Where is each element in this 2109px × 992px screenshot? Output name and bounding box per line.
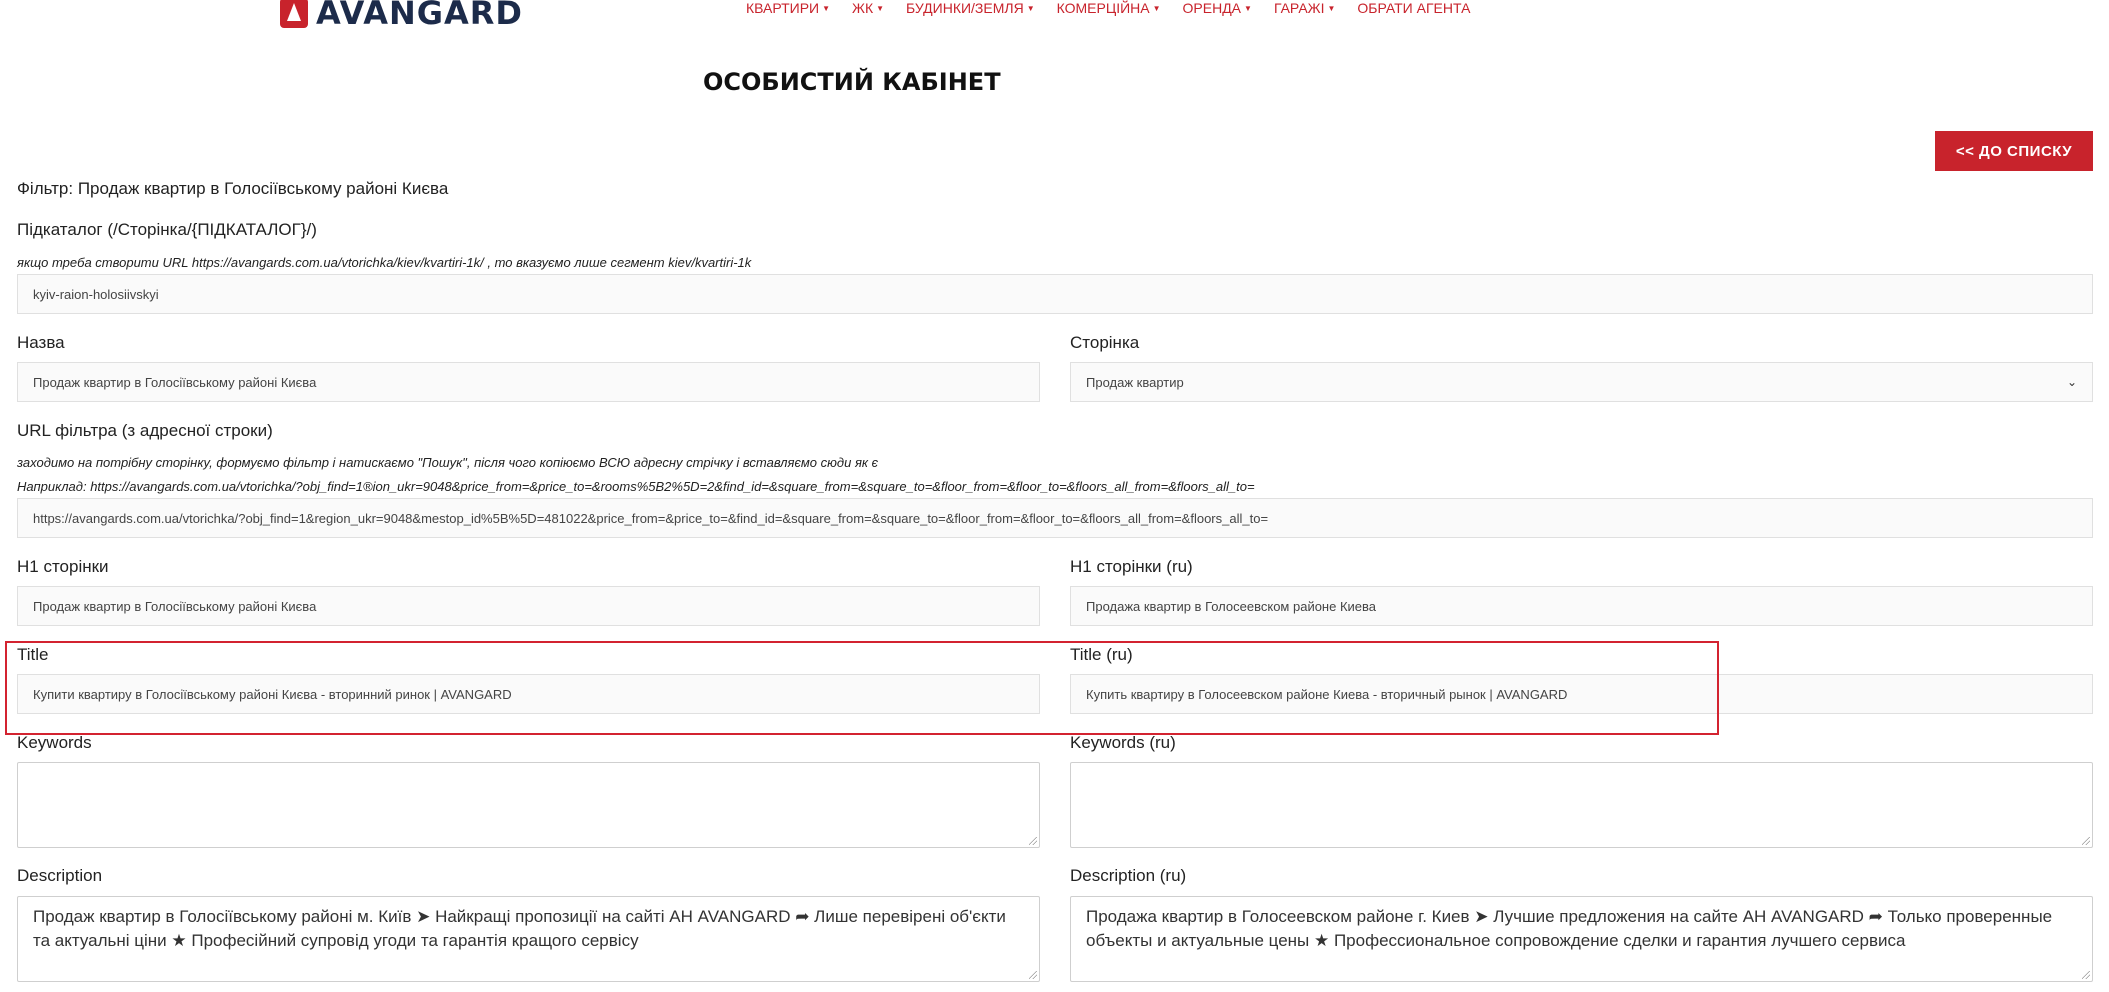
description-ru-value: Продажа квартир в Голосеевском районе г.… (1086, 907, 2053, 950)
page-select-value: Продаж квартир (1086, 374, 1184, 390)
nav-item-houses[interactable]: БУДИНКИ/ЗЕМЛЯ ▼ (906, 0, 1035, 16)
nav-label: ОРЕНДА (1182, 0, 1242, 16)
url-label: URL фільтра (з адресної строки) (17, 421, 273, 440)
nav-item-garages[interactable]: ГАРАЖІ ▼ (1274, 0, 1335, 16)
url-input[interactable]: https://avangards.com.ua/vtorichka/?obj_… (17, 498, 2093, 538)
logo-text: AVANGARD (316, 0, 523, 32)
nav-item-apartments[interactable]: КВАРТИРИ ▼ (746, 0, 830, 16)
nav-label: БУДИНКИ/ЗЕМЛЯ (906, 0, 1024, 16)
subcatalog-hint: якщо треба створити URL https://avangard… (17, 255, 752, 270)
h1-ru-label: H1 сторінки (ru) (1070, 557, 1193, 576)
nav-label: ГАРАЖІ (1273, 0, 1325, 16)
h1-label: H1 сторінки (17, 557, 109, 576)
page-title: ОСОБИСТИЙ КАБІНЕТ (703, 68, 1001, 96)
h1-input[interactable]: Продаж квартир в Голосіївському районі К… (17, 586, 1040, 626)
caret-down-icon: ▼ (822, 3, 831, 13)
filter-label: Фільтр: Продаж квартир в Голосіївському … (17, 179, 449, 198)
nav-item-complexes[interactable]: ЖК ▼ (852, 0, 884, 16)
keywords-ru-label: Keywords (ru) (1070, 733, 1176, 752)
nav-label: КОМЕРЦІЙНА (1056, 0, 1150, 16)
nav-item-commercial[interactable]: КОМЕРЦІЙНА ▼ (1057, 0, 1161, 16)
description-ru-label: Description (ru) (1070, 866, 1187, 885)
nav-label: ЖК (852, 0, 874, 16)
description-label: Description (17, 866, 103, 885)
h1-ru-input[interactable]: Продажа квартир в Голосеевском районе Ки… (1070, 586, 2093, 626)
url-example: Наприклад: https://avangards.com.ua/vtor… (17, 479, 1255, 494)
site-logo[interactable]: AVANGARD (280, 0, 523, 32)
description-textarea[interactable]: Продаж квартир в Голосіївському районі м… (17, 896, 1040, 982)
nav-label: КВАРТИРИ (746, 0, 820, 16)
highlight-box (5, 641, 1719, 735)
resize-handle-icon[interactable] (2082, 837, 2090, 845)
nav-item-choose-agent[interactable]: ОБРАТИ АГЕНТА (1357, 0, 1470, 16)
subcatalog-label: Підкаталог (/Сторінка/{ПІДКАТАЛОГ}/) (17, 220, 317, 239)
caret-down-icon: ▼ (1026, 3, 1035, 13)
main-nav: КВАРТИРИ ▼ ЖК ▼ БУДИНКИ/ЗЕМЛЯ ▼ КОМЕРЦІЙНА ▼… (746, 0, 1492, 16)
chevron-down-icon: ⌄ (2066, 375, 2077, 389)
caret-down-icon: ▼ (1152, 3, 1161, 13)
back-to-list-button[interactable]: << ДО СПИСКУ (1935, 131, 2093, 171)
url-hint: заходимо на потрібну сторінку, формуємо … (17, 455, 879, 470)
description-value: Продаж квартир в Голосіївському районі м… (33, 907, 1006, 950)
caret-down-icon: ▼ (1327, 3, 1336, 13)
name-input[interactable]: Продаж квартир в Голосіївському районі К… (17, 362, 1040, 402)
keywords-label: Keywords (17, 733, 92, 752)
keywords-ru-textarea[interactable] (1070, 762, 2093, 848)
resize-handle-icon[interactable] (1029, 971, 1037, 979)
description-ru-textarea[interactable]: Продажа квартир в Голосеевском районе г.… (1070, 896, 2093, 982)
page-label: Сторінка (1070, 333, 1140, 352)
caret-down-icon: ▼ (876, 3, 885, 13)
name-label: Назва (17, 333, 65, 352)
keywords-textarea[interactable] (17, 762, 1040, 848)
resize-handle-icon[interactable] (1029, 837, 1037, 845)
nav-item-rent[interactable]: ОРЕНДА ▼ (1183, 0, 1252, 16)
logo-icon (280, 0, 308, 28)
resize-handle-icon[interactable] (2082, 971, 2090, 979)
subcatalog-input[interactable]: kyiv-raion-holosiivskyi (17, 274, 2093, 314)
nav-label: ОБРАТИ АГЕНТА (1357, 0, 1471, 16)
page-select[interactable]: Продаж квартир ⌄ (1070, 362, 2093, 402)
caret-down-icon: ▼ (1244, 3, 1252, 13)
